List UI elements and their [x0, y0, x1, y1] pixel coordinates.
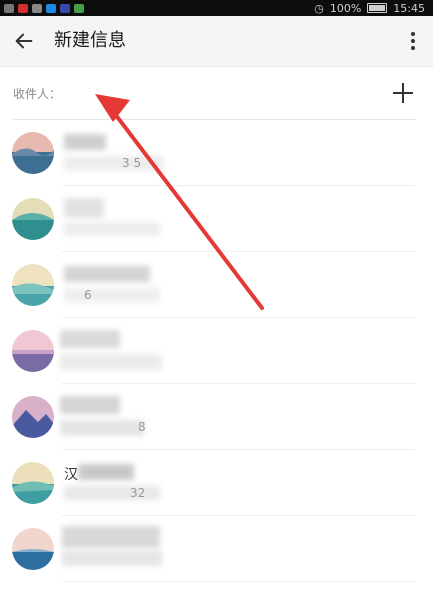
- plus-icon[interactable]: [391, 81, 415, 105]
- name-blur: [60, 396, 120, 414]
- contact-row[interactable]: 3 5: [0, 120, 433, 186]
- contact-number: 8: [138, 420, 146, 434]
- avatar: [12, 198, 54, 240]
- watermark-text: 快快指培: [360, 535, 409, 549]
- avatar: [12, 528, 54, 570]
- contact-row[interactable]: 6: [0, 252, 433, 318]
- avatar: [12, 264, 54, 306]
- notification-icon: [74, 3, 84, 13]
- avatar: [12, 132, 54, 174]
- watermark-logo-icon: [339, 533, 357, 550]
- contact-row[interactable]: [0, 186, 433, 252]
- name-blur: [64, 266, 150, 282]
- battery-icon: [367, 3, 388, 13]
- name-blur: [64, 134, 106, 150]
- avatar: [12, 462, 54, 504]
- number-blur: [64, 486, 160, 500]
- contact-number: 6: [84, 288, 92, 302]
- recipient-label: 收件人：: [13, 87, 62, 101]
- status-icons-left: [4, 0, 84, 16]
- notification-icon: [32, 3, 42, 13]
- app-bar: 新建信息: [0, 16, 433, 67]
- clock: 15:45: [393, 1, 425, 15]
- contact-number: 32: [130, 486, 146, 500]
- number-blur: [64, 156, 164, 170]
- contact-list: 3 5 6 8 汉 32: [0, 120, 433, 582]
- contact-name: 汉: [64, 467, 78, 483]
- avatar: [12, 330, 54, 372]
- contact-row[interactable]: [0, 318, 433, 384]
- notification-icon: [60, 3, 70, 13]
- more-vert-icon[interactable]: [403, 27, 423, 55]
- recipient-input[interactable]: [66, 81, 370, 109]
- name-blur: [62, 526, 160, 548]
- contact-number: 3 5: [122, 156, 142, 170]
- notification-icon: [46, 3, 56, 13]
- recipient-row: 收件人：: [0, 67, 433, 119]
- watermark: 快快指培: [339, 533, 409, 550]
- contact-row[interactable]: 汉 32: [0, 450, 433, 516]
- number-blur: [64, 222, 160, 236]
- number-blur: [60, 420, 144, 436]
- name-blur: [78, 464, 134, 480]
- alarm-icon: ◷: [314, 1, 324, 15]
- contact-row[interactable]: 8: [0, 384, 433, 450]
- arrow-left-icon[interactable]: [10, 27, 38, 55]
- name-blur: [64, 198, 104, 218]
- page-title: 新建信息: [54, 30, 126, 51]
- status-bar: ◷ 100% 15:45: [0, 0, 433, 16]
- number-blur: [62, 550, 162, 566]
- number-blur: [60, 354, 162, 370]
- status-icons-right: ◷ 100% 15:45: [314, 0, 425, 16]
- avatar: [12, 396, 54, 438]
- number-blur: [64, 288, 160, 302]
- notification-icon: [18, 3, 28, 13]
- signal-icon: [4, 3, 14, 13]
- name-blur: [60, 330, 120, 348]
- battery-percent: 100%: [329, 1, 362, 15]
